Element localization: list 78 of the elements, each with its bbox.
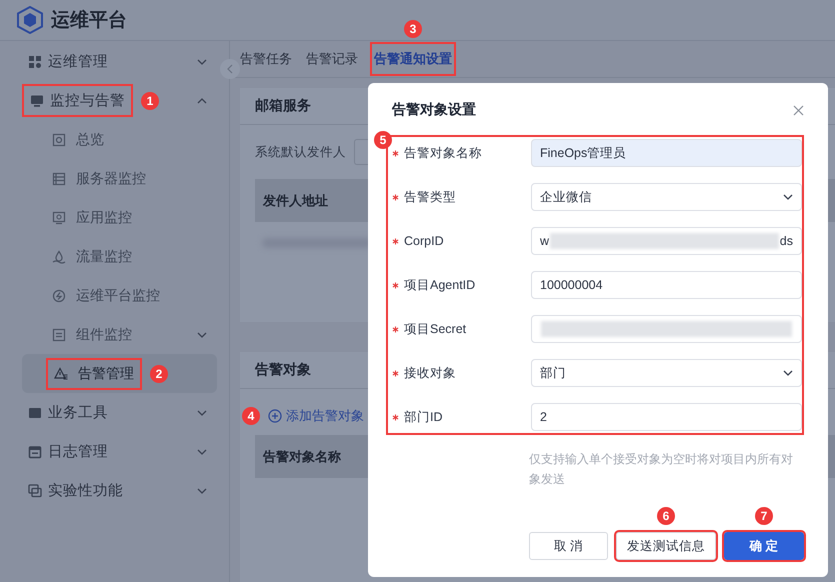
step-badge: 2 [150,364,168,382]
select-field[interactable]: 企业微信 [531,183,802,211]
step-badge: 7 [755,507,773,525]
input-field[interactable]: 2 [531,403,802,431]
close-icon[interactable] [793,104,804,116]
sidebar-subitem[interactable]: 应用监控 [22,198,217,237]
sidebar-subitem[interactable]: 告警管理 2 [22,354,217,393]
cancel-button[interactable]: 取 消 [529,532,608,560]
input-field[interactable]: w ds [531,227,802,255]
step-badge: 6 [657,507,675,525]
chevron-icon [197,98,207,104]
sidebar-subitem[interactable]: 总览 [22,120,217,159]
item-label: 日志管理 [48,443,108,461]
field-label: 部门ID [404,408,442,426]
confirm-button[interactable]: 确 定 [724,532,804,560]
screen-icon [52,210,66,224]
sidebar-subitem[interactable]: 运维平台监控 [22,276,217,315]
item-label: 应用监控 [76,208,132,226]
dialog-title: 告警对象设置 [392,101,476,119]
field-label: 告警对象名称 [404,144,482,162]
sidebar-item[interactable]: 日志管理 [0,432,217,471]
sidebar-subitem[interactable]: 组件监控 [22,315,217,354]
field-label: CorpID [404,234,444,248]
item-label: 组件监控 [76,326,132,344]
chevron-left-icon [227,64,233,74]
add-target-button[interactable]: 添加告警对象 [264,403,368,429]
chevron-icon [197,410,207,416]
field-label: 告警类型 [404,188,456,206]
collapse-button[interactable] [220,59,240,79]
chevron-down-icon [783,194,793,200]
chevron-icon [197,448,207,454]
monitor-icon [30,94,44,108]
item-label: 告警管理 [78,364,134,382]
item-label: 运维管理 [48,52,108,71]
chevron-icon [197,332,207,338]
drop-icon [52,250,66,264]
input-field[interactable]: FineOps管理员 [531,139,802,167]
sidebar-subitem[interactable]: 流量监控 [22,237,217,276]
table-icon [52,172,66,186]
plus-circle-icon [268,409,282,423]
chevron-icon [197,58,207,64]
code-window-icon [28,406,42,420]
field-label: 系统默认发件人 [255,144,346,160]
field-label: 接收对象 [404,364,456,382]
warning-icon [54,366,68,380]
input-field[interactable] [531,315,802,343]
item-label: 流量监控 [76,248,132,266]
app-title: 运维平台 [51,8,127,33]
eye-box-icon [52,132,66,146]
cube-logo-icon [17,6,43,34]
layers-box-icon [52,328,66,342]
chevron-down-icon [783,370,793,376]
item-label: 运维平台监控 [76,286,160,304]
windows-icon [28,484,42,498]
sidebar-item[interactable]: 运维管理 [0,42,217,81]
sidebar-item[interactable]: 业务工具 [0,393,217,432]
chevron-icon [197,488,207,494]
sidebar-item[interactable]: 实验性功能 [0,471,217,510]
item-label: 实验性功能 [48,482,123,500]
item-label: 监控与告警 [50,92,125,110]
item-label: 服务器监控 [76,170,146,188]
send-test-button[interactable]: 发送测试信息 [616,532,716,560]
item-label: 业务工具 [48,404,108,422]
step-badge: 5 [374,131,392,149]
tab[interactable]: 告警记录 [304,44,360,74]
select-field[interactable]: 部门 [531,359,802,387]
input-field[interactable]: 100000004 [531,271,802,299]
sidebar-item[interactable]: 监控与告警 1 [0,81,217,120]
field-label: 项目Secret [404,320,466,338]
bolt-circle-icon [52,288,66,302]
step-badge: 1 [141,92,159,110]
tab[interactable]: 告警任务 [238,44,294,74]
field-label: 项目AgentID [404,276,476,294]
step-badge: 4 [242,407,260,425]
calendar-icon [28,444,42,458]
sidebar-subitem[interactable]: 服务器监控 [22,159,217,198]
grid-icon [28,54,42,68]
item-label: 总览 [76,130,104,148]
